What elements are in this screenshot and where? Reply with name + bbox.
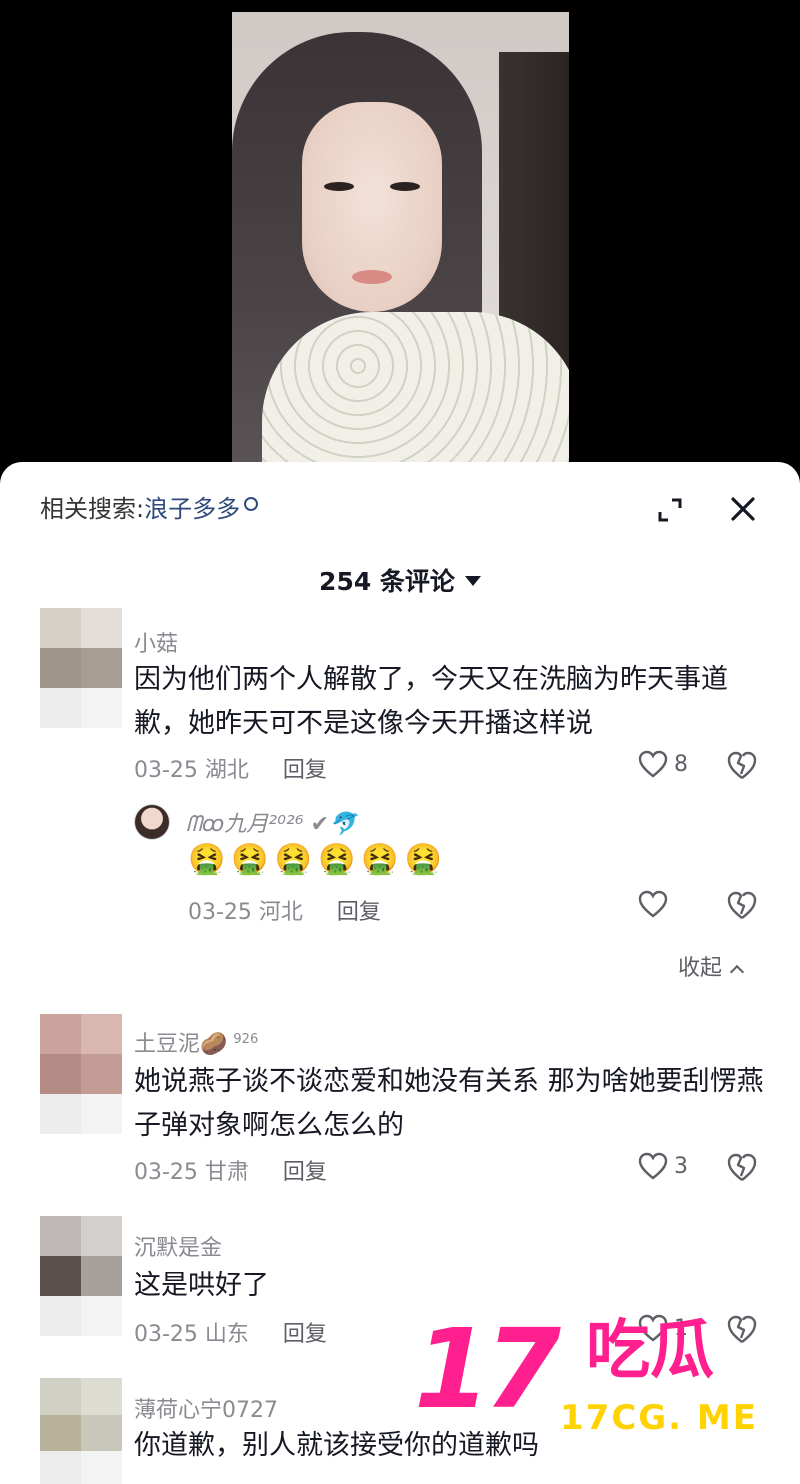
comment-author[interactable]: 土豆泥🥔 926 xyxy=(134,1026,258,1058)
heart-icon xyxy=(638,1152,668,1180)
avatar[interactable] xyxy=(40,1014,122,1134)
reply-button[interactable]: 回复 xyxy=(337,900,381,925)
avatar[interactable] xyxy=(40,1378,122,1484)
collapse-replies-button[interactable]: 收起 xyxy=(678,950,745,982)
close-icon[interactable] xyxy=(730,496,756,522)
reply-button[interactable]: 回复 xyxy=(283,1322,327,1347)
comment-date-location: 03-25 山东 xyxy=(134,1322,249,1347)
search-icon xyxy=(244,497,259,511)
like-button[interactable]: 8 xyxy=(638,750,688,778)
heart-icon xyxy=(638,750,668,778)
reply-button[interactable]: 回复 xyxy=(283,758,327,783)
watermark-url: 17CG. ME xyxy=(560,1398,758,1438)
comment-meta: 03-25 湖北 回复 xyxy=(134,752,327,784)
author-badge: 926 xyxy=(233,1031,259,1047)
comment-author[interactable]: 薄荷心宁0727 xyxy=(134,1392,278,1424)
dislike-icon[interactable] xyxy=(726,1152,758,1182)
heart-icon xyxy=(638,890,668,918)
avatar[interactable] xyxy=(40,1216,122,1336)
related-search-keyword[interactable]: 浪子多多 xyxy=(144,495,240,523)
like-button[interactable]: 3 xyxy=(638,1152,688,1180)
video-frame xyxy=(232,12,569,470)
comment-meta: 03-25 山东 回复 xyxy=(134,1316,327,1348)
comments-count[interactable]: 254 条评论 xyxy=(0,562,800,598)
watermark-chinese: 吃瓜 xyxy=(586,1314,714,1388)
reply-emojis: 🤮🤮🤮🤮🤮🤮 xyxy=(188,842,449,877)
chevron-up-icon xyxy=(729,964,745,980)
chevron-down-icon xyxy=(464,576,481,586)
related-search[interactable]: 相关搜索:浪子多多 xyxy=(40,494,259,524)
dislike-icon[interactable] xyxy=(726,1314,758,1344)
reply-author[interactable]: ᗰꝏ九月²⁰²⁶ ✔🐬 xyxy=(186,806,356,838)
dislike-icon[interactable] xyxy=(726,890,758,920)
dislike-icon[interactable] xyxy=(726,750,758,780)
comment-author-name: 土豆泥🥔 xyxy=(134,1032,228,1057)
comment-date-location: 03-25 湖北 xyxy=(134,758,249,783)
comment-meta: 03-25 甘肃 回复 xyxy=(134,1154,327,1186)
collapse-label: 收起 xyxy=(678,956,723,981)
like-count: 8 xyxy=(674,751,688,777)
comment-date-location: 03-25 甘肃 xyxy=(134,1160,249,1185)
related-search-prefix: 相关搜索: xyxy=(40,495,145,523)
reply-meta: 03-25 河北 回复 xyxy=(188,894,381,926)
comment-author[interactable]: 沉默是金 xyxy=(134,1230,222,1262)
comment-text: 因为他们两个人解散了，今天又在洗脑为昨天事道歉，她昨天可不是这像今天开播这样说 xyxy=(134,664,728,739)
watermark-number: 17 xyxy=(414,1305,561,1433)
reply-button[interactable]: 回复 xyxy=(283,1160,327,1185)
expand-icon[interactable] xyxy=(656,496,684,524)
reply-date-location: 03-25 河北 xyxy=(188,900,303,925)
comments-count-label: 254 条评论 xyxy=(319,567,455,596)
comment-text: 这是哄好了 xyxy=(134,1270,269,1301)
comment-author[interactable]: 小菇 xyxy=(134,626,178,658)
reply-avatar[interactable] xyxy=(134,804,170,840)
video-player[interactable] xyxy=(0,0,800,470)
like-button[interactable] xyxy=(638,890,668,918)
avatar[interactable] xyxy=(40,608,122,728)
like-count: 3 xyxy=(674,1153,688,1179)
comment-text: 她说燕子谈不谈恋爱和她没有关系 那为啥她要刮愣燕子弹对象啊怎么怎么的 xyxy=(134,1066,764,1141)
